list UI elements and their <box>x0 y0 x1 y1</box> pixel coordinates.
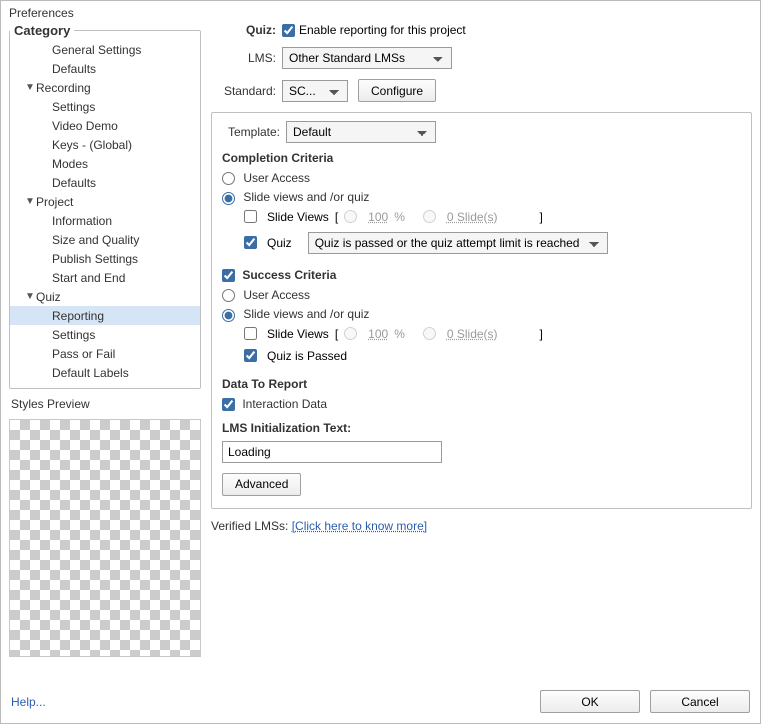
styles-preview-area <box>9 419 201 657</box>
cc-quiz-label: Quiz <box>267 236 292 250</box>
enable-reporting-label: Enable reporting for this project <box>299 23 466 37</box>
tree-item-modes[interactable]: Modes <box>10 154 200 173</box>
tree-expand-icon[interactable]: ▼ <box>24 82 36 93</box>
cc-user-access-option[interactable]: User Access <box>222 171 310 185</box>
tree-label: Default Labels <box>52 366 129 380</box>
tree-label: Information <box>52 214 112 228</box>
sc-slide-pct: 100 <box>368 327 388 341</box>
category-panel: Category General SettingsDefaults▼Record… <box>9 23 201 389</box>
tree-item-general-settings[interactable]: General Settings <box>10 40 200 59</box>
verified-lms-label: Verified LMSs: <box>211 519 288 533</box>
cancel-button[interactable]: Cancel <box>650 690 750 713</box>
sc-slide-views-label: Slide Views <box>267 327 329 341</box>
tree-item-start-and-end[interactable]: Start and End <box>10 268 200 287</box>
options-panel: Template: Default Completion Criteria Us… <box>211 112 752 509</box>
standard-select[interactable]: SC... <box>282 80 348 102</box>
tree-item-defaults[interactable]: Defaults <box>10 59 200 78</box>
verified-lms-link[interactable]: [Click here to know more] <box>292 519 427 533</box>
success-criteria-title: Success Criteria <box>242 268 336 282</box>
tree-item-reporting[interactable]: Reporting <box>10 306 200 325</box>
tree-item-settings[interactable]: Settings <box>10 97 200 116</box>
tree-item-recording[interactable]: ▼Recording <box>10 78 200 97</box>
cc-slide-pct: 100 <box>368 210 388 224</box>
cc-slide-pct-radio <box>344 210 357 223</box>
interaction-data-checkbox[interactable] <box>222 398 235 411</box>
tree-item-information[interactable]: Information <box>10 211 200 230</box>
tree-label: Video Demo <box>52 119 118 133</box>
category-tree: General SettingsDefaults▼RecordingSettin… <box>10 38 200 388</box>
template-label: Template: <box>222 125 280 139</box>
tree-label: Settings <box>52 328 95 342</box>
sc-slide-n: 0 Slide(s) <box>447 327 498 341</box>
tree-label: Pass or Fail <box>52 347 115 361</box>
category-legend: Category <box>10 23 74 38</box>
tree-label: Quiz <box>36 290 61 304</box>
tree-item-keys-global-[interactable]: Keys - (Global) <box>10 135 200 154</box>
enable-reporting-checkbox[interactable] <box>282 24 295 37</box>
tree-item-settings[interactable]: Settings <box>10 325 200 344</box>
tree-item-publish-settings[interactable]: Publish Settings <box>10 249 200 268</box>
cc-quiz-select[interactable]: Quiz is passed or the quiz attempt limit… <box>308 232 608 254</box>
sc-quiz-passed-checkbox[interactable] <box>244 349 257 362</box>
sc-slide-n-radio <box>423 327 436 340</box>
interaction-data-label: Interaction Data <box>242 397 327 411</box>
completion-criteria-title: Completion Criteria <box>222 151 741 165</box>
tree-expand-icon[interactable]: ▼ <box>24 291 36 302</box>
tree-item-video-demo[interactable]: Video Demo <box>10 116 200 135</box>
lms-label: LMS: <box>211 51 276 65</box>
sc-slide-views-quiz-option[interactable]: Slide views and /or quiz <box>222 307 369 321</box>
tree-expand-icon[interactable]: ▼ <box>24 196 36 207</box>
cc-slide-n: 0 Slide(s) <box>447 210 498 224</box>
tree-item-default-labels[interactable]: Default Labels <box>10 363 200 382</box>
window-title: Preferences <box>1 1 760 23</box>
cc-slide-views-label: Slide Views <box>267 210 329 224</box>
cc-slide-views-checkbox[interactable] <box>244 210 257 223</box>
cc-slide-views-quiz-option[interactable]: Slide views and /or quiz <box>222 190 369 204</box>
tree-label: Settings <box>52 100 95 114</box>
tree-label: Keys - (Global) <box>52 138 132 152</box>
tree-label: Start and End <box>52 271 125 285</box>
standard-label: Standard: <box>211 84 276 98</box>
tree-label: Reporting <box>52 309 104 323</box>
tree-label: Publish Settings <box>52 252 138 266</box>
sc-quiz-passed-label: Quiz is Passed <box>267 349 347 363</box>
advanced-button[interactable]: Advanced <box>222 473 301 496</box>
tree-label: Recording <box>36 81 91 95</box>
lms-select[interactable]: Other Standard LMSs <box>282 47 452 69</box>
configure-button[interactable]: Configure <box>358 79 436 102</box>
tree-label: Defaults <box>52 62 96 76</box>
tree-label: Defaults <box>52 176 96 190</box>
template-select[interactable]: Default <box>286 121 436 143</box>
styles-preview-label: Styles Preview <box>9 395 201 413</box>
success-criteria-checkbox[interactable] <box>222 269 235 282</box>
tree-item-defaults[interactable]: Defaults <box>10 173 200 192</box>
tree-item-quiz[interactable]: ▼Quiz <box>10 287 200 306</box>
right-column: Quiz: Enable reporting for this project … <box>201 23 752 657</box>
footer: Help... OK Cancel <box>11 690 750 713</box>
tree-label: Modes <box>52 157 88 171</box>
left-column: Category General SettingsDefaults▼Record… <box>9 23 201 657</box>
help-link[interactable]: Help... <box>11 695 540 709</box>
sc-slide-pct-radio <box>344 327 357 340</box>
sc-user-access-option[interactable]: User Access <box>222 288 310 302</box>
ok-button[interactable]: OK <box>540 690 640 713</box>
tree-item-size-and-quality[interactable]: Size and Quality <box>10 230 200 249</box>
data-to-report-title: Data To Report <box>222 377 741 391</box>
cc-quiz-checkbox[interactable] <box>244 236 257 249</box>
quiz-label: Quiz: <box>211 23 276 37</box>
tree-item-pass-or-fail[interactable]: Pass or Fail <box>10 344 200 363</box>
sc-slide-views-checkbox[interactable] <box>244 327 257 340</box>
tree-label: Size and Quality <box>52 233 139 247</box>
tree-item-project[interactable]: ▼Project <box>10 192 200 211</box>
tree-label: Project <box>36 195 73 209</box>
tree-label: General Settings <box>52 43 141 57</box>
lms-init-title: LMS Initialization Text: <box>222 421 741 435</box>
lms-init-input[interactable] <box>222 441 442 463</box>
cc-slide-n-radio <box>423 210 436 223</box>
